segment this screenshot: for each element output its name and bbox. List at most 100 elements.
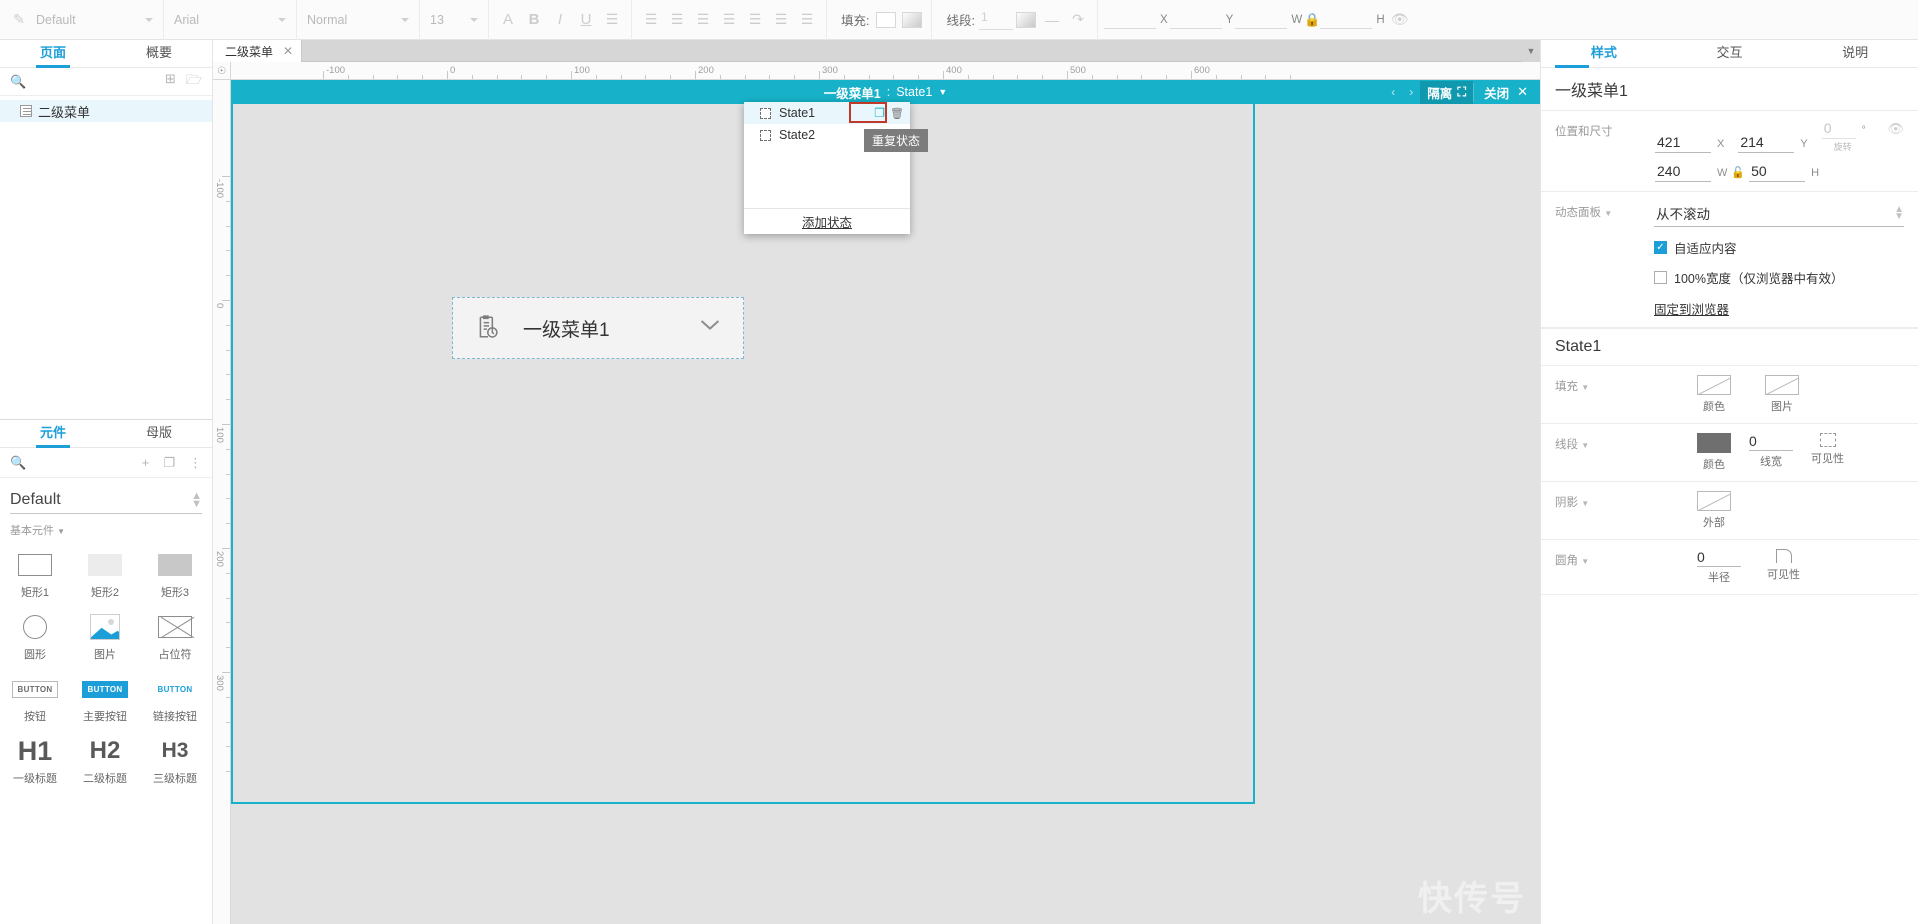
widget-button[interactable]: BUTTON 按钮 [0, 668, 70, 730]
h-field[interactable]: H [1320, 11, 1386, 29]
font-weight-select[interactable]: Normal [303, 9, 413, 31]
bold-icon[interactable]: B [521, 7, 547, 33]
line-color-swatch[interactable] [1013, 7, 1039, 33]
line-visibility-button[interactable]: 可见性 [1811, 433, 1844, 472]
font-color-icon[interactable]: A [495, 7, 521, 33]
corner-label[interactable]: 圆角 ▼ [1555, 549, 1655, 568]
document-tab-secondary-menu[interactable]: 二级菜单 ✕ [213, 40, 303, 62]
corner-radius-field[interactable]: 0 半径 [1697, 549, 1741, 585]
close-isolation-button[interactable]: 关闭 ✕ [1473, 82, 1536, 102]
rotation-input[interactable]: 0 [1821, 120, 1856, 139]
line-width-input[interactable]: 0 [1749, 433, 1793, 451]
font-family-select[interactable]: Arial [170, 9, 290, 31]
tab-overflow-icon[interactable]: ▼ [1522, 40, 1540, 62]
y-input[interactable]: 214 [1738, 134, 1795, 153]
line-arrow-icon[interactable]: ↷ [1065, 7, 1091, 33]
previous-state-icon[interactable]: ‹ [1384, 85, 1402, 99]
full-width-checkbox[interactable] [1654, 271, 1667, 284]
search-icon[interactable]: 🔍 [10, 74, 26, 90]
align-left-icon[interactable]: ☰ [638, 7, 664, 33]
fit-content-checkbox[interactable]: ✓ [1654, 241, 1667, 254]
widget-heading3[interactable]: H3 三级标题 [140, 730, 210, 792]
state-list-item-state1[interactable]: State1 ❐ 🗑 [744, 102, 910, 124]
valign-top-icon[interactable]: ☰ [742, 7, 768, 33]
bullet-list-icon[interactable]: ☰ [599, 7, 625, 33]
fill-label[interactable]: 填充 ▼ [1555, 375, 1655, 394]
ruler-origin-icon[interactable]: ☉ [213, 62, 231, 79]
tab-masters[interactable]: 母版 [106, 420, 212, 447]
canvas-page-surface[interactable] [231, 104, 1255, 924]
fill-image-button[interactable]: 图片 [1765, 375, 1799, 414]
tab-outline[interactable]: 概要 [106, 40, 212, 67]
valign-middle-icon[interactable]: ☰ [768, 7, 794, 33]
fill-gradient-swatch[interactable] [899, 7, 925, 33]
align-justify-icon[interactable]: ☰ [716, 7, 742, 33]
line-width-input[interactable]: 1 [978, 10, 1013, 30]
h-input[interactable]: 50 [1749, 163, 1806, 182]
shadow-label[interactable]: 阴影 ▼ [1555, 491, 1655, 510]
shadow-outer-button[interactable]: 外部 [1697, 491, 1731, 530]
visibility-eye-icon[interactable]: 👁 [1387, 7, 1413, 33]
add-state-link[interactable]: 添加状态 [744, 208, 910, 234]
widget-group-title[interactable]: 基本元件 ▼ [0, 514, 212, 542]
corner-radius-input[interactable]: 0 [1697, 549, 1741, 567]
align-right-icon[interactable]: ☰ [690, 7, 716, 33]
widget-image[interactable]: 图片 [70, 606, 140, 668]
isolate-button[interactable]: 隔离 ⛶ [1420, 80, 1474, 104]
corner-visibility-button[interactable]: 可见性 [1767, 549, 1800, 585]
close-icon[interactable]: ✕ [283, 44, 293, 58]
chevron-down-icon[interactable]: ▼ [938, 87, 947, 97]
full-width-row[interactable]: 100%宽度（仅浏览器中有效） [1654, 268, 1904, 287]
widget-primary-button[interactable]: BUTTON 主要按钮 [70, 668, 140, 730]
tab-interactions[interactable]: 交互 [1667, 40, 1793, 67]
horizontal-ruler[interactable]: ☉ -100 0 100 200 300 400 500 600 [213, 62, 1540, 80]
x-input[interactable]: 421 [1655, 134, 1711, 153]
library-select[interactable]: Default ▲ ▼ [10, 486, 202, 514]
isolation-title[interactable]: 一级菜单1 : State1 ▼ [824, 83, 948, 102]
line-label[interactable]: 线段 ▼ [1555, 433, 1655, 452]
fill-color-button[interactable]: 颜色 [1697, 375, 1731, 414]
next-state-icon[interactable]: › [1402, 85, 1420, 99]
line-color-button[interactable]: 颜色 [1697, 433, 1731, 472]
style-select[interactable]: Default [32, 9, 157, 31]
y-field[interactable]: Y [1169, 11, 1236, 29]
add-page-icon[interactable]: ⊞ [165, 71, 176, 93]
vertical-ruler[interactable]: -100 0 100 200 300 [213, 80, 231, 924]
tab-widgets[interactable]: 元件 [0, 420, 106, 447]
duplicate-icon[interactable]: ❐ [163, 455, 175, 471]
font-size-select[interactable]: 13 [426, 9, 482, 31]
line-width-field[interactable]: 0 线宽 [1749, 433, 1793, 472]
underline-icon[interactable]: U [573, 7, 599, 33]
fit-content-row[interactable]: ✓ 自适应内容 [1654, 238, 1904, 257]
italic-icon[interactable]: I [547, 7, 573, 33]
w-input[interactable]: 240 [1655, 163, 1711, 182]
tab-style[interactable]: 样式 [1541, 40, 1667, 68]
add-library-icon[interactable]: + [142, 455, 150, 470]
scroll-select[interactable]: 从不滚动 ▲ ▼ [1654, 201, 1904, 227]
widget-heading2[interactable]: H2 二级标题 [70, 730, 140, 792]
style-brush-icon[interactable]: ✎ [6, 7, 32, 33]
add-folder-icon[interactable]: 🗁 [186, 71, 202, 93]
tab-notes[interactable]: 说明 [1792, 40, 1918, 67]
widget-rectangle1[interactable]: 矩形1 [0, 544, 70, 606]
widget-heading1[interactable]: H1 一级标题 [0, 730, 70, 792]
w-field[interactable]: W [1235, 11, 1304, 29]
dynamic-panel-label[interactable]: 动态面板 ▼ [1555, 201, 1654, 220]
widget-link-button[interactable]: BUTTON 链接按钮 [140, 668, 210, 730]
design-canvas[interactable]: 一级菜单1 : State1 ▼ ‹ › 隔离 ⛶ 关闭 ✕ 一级菜单1 Sta… [231, 80, 1540, 924]
widget-rectangle2[interactable]: 矩形2 [70, 544, 140, 606]
fill-color-swatch[interactable] [873, 7, 899, 33]
align-center-icon[interactable]: ☰ [664, 7, 690, 33]
valign-bottom-icon[interactable]: ☰ [794, 7, 820, 33]
lock-aspect-icon[interactable]: 🔓 [1731, 166, 1749, 179]
trash-icon[interactable]: 🗑 [890, 107, 904, 120]
chevron-down-icon[interactable] [701, 318, 721, 338]
page-item-secondary-menu[interactable]: 二级菜单 [0, 100, 212, 122]
menu-widget[interactable]: 一级菜单1 [452, 297, 744, 359]
search-icon[interactable]: 🔍 [10, 455, 26, 471]
widget-rectangle3[interactable]: 矩形3 [140, 544, 210, 606]
line-style-icon[interactable]: — [1039, 7, 1065, 33]
widget-placeholder[interactable]: 占位符 [140, 606, 210, 668]
pin-to-browser-link[interactable]: 固定到浏览器 [1654, 299, 1729, 318]
visibility-eye-icon[interactable]: 👁 [1887, 121, 1904, 137]
